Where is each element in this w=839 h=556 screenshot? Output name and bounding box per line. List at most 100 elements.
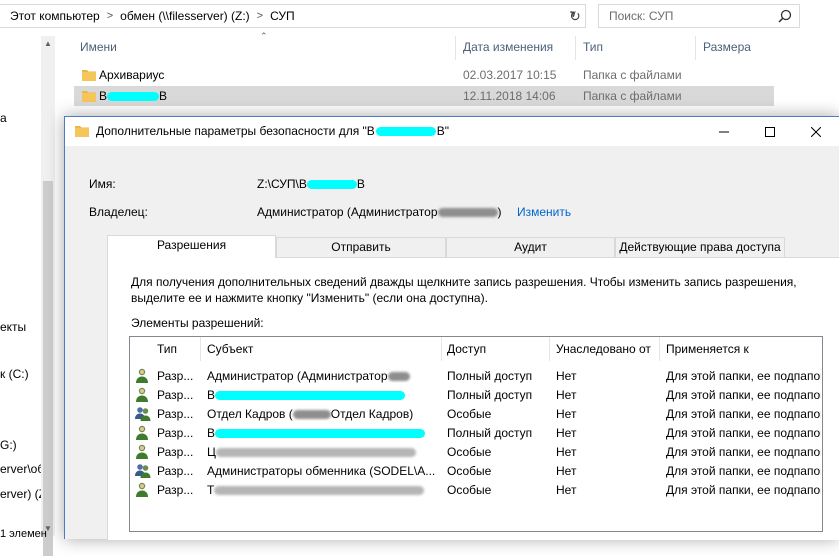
redaction-mask xyxy=(375,127,436,136)
breadcrumb-current[interactable]: СУП xyxy=(270,9,295,23)
column-size[interactable]: Размера xyxy=(703,40,751,54)
nav-item[interactable]: к (C:) xyxy=(0,367,29,381)
tab-share[interactable]: Отправить xyxy=(276,237,446,257)
name-value-suffix: В xyxy=(356,177,365,191)
col-inherited[interactable]: Унаследовано от xyxy=(556,342,651,356)
row-access: Особые xyxy=(447,464,492,478)
column-divider xyxy=(441,337,442,361)
permission-entries-list[interactable]: Тип Субъект Доступ Унаследовано от Приме… xyxy=(129,336,823,532)
dialog-titlebar[interactable]: Дополнительные параметры безопасности дл… xyxy=(65,117,839,146)
redaction-mask xyxy=(306,180,357,189)
file-date: 02.03.2017 10:15 xyxy=(463,68,557,82)
row-access: Особые xyxy=(447,483,492,497)
redaction-mask xyxy=(215,429,426,438)
row-subject: В xyxy=(207,426,447,440)
row-type: Разр... xyxy=(157,483,194,497)
row-applies: Для этой папки, ее подпапок... xyxy=(666,464,821,478)
row-subject-text: Администратор (Администратор xyxy=(207,369,388,383)
file-type: Папка с файлами xyxy=(583,68,682,82)
file-name-suffix: В xyxy=(159,89,168,103)
breadcrumb-this-pc[interactable]: Этот компьютер xyxy=(10,9,100,23)
nav-item[interactable]: а xyxy=(0,111,7,125)
permission-row[interactable]: Разр... Ц Особые Нет Для этой папки, ее … xyxy=(130,442,822,461)
search-placeholder: Поиск: СУП xyxy=(609,9,674,23)
user-icon xyxy=(135,368,149,386)
file-row-selected[interactable]: ВВ 12.11.2018 14:06 Папка с файлами xyxy=(74,86,774,106)
row-type: Разр... xyxy=(157,464,194,478)
status-bar-text: 1 элемен xyxy=(0,528,47,540)
row-type: Разр... xyxy=(157,388,194,402)
close-button[interactable] xyxy=(793,117,839,146)
permission-row[interactable]: Разр... Т Особые Нет Для этой папки, ее … xyxy=(130,480,822,499)
file-row[interactable]: Архивариус 02.03.2017 10:15 Папка с файл… xyxy=(74,65,774,85)
tab-effective-access[interactable]: Действующие права доступа xyxy=(615,237,785,257)
column-divider xyxy=(455,36,456,60)
folder-icon xyxy=(82,90,96,105)
row-subject-text: В xyxy=(207,426,216,440)
row-inherited: Нет xyxy=(556,407,577,421)
column-divider xyxy=(200,337,201,361)
maximize-button[interactable] xyxy=(747,117,793,146)
change-owner-link[interactable]: Изменить xyxy=(517,205,571,219)
search-icon[interactable] xyxy=(778,9,792,26)
close-icon xyxy=(811,126,821,137)
row-access: Полный доступ xyxy=(447,426,533,440)
permission-entries-label: Элементы разрешений: xyxy=(131,316,264,330)
owner-name: Администратор (Администратор xyxy=(257,205,438,219)
column-name[interactable]: Имени xyxy=(80,40,117,54)
row-inherited: Нет xyxy=(556,388,577,402)
file-name: Архивариус xyxy=(99,68,165,82)
tab-permissions[interactable]: Разрешения xyxy=(107,235,276,258)
file-list-header: ⌃ Имени Дата изменения Тип Размера xyxy=(74,31,839,60)
col-type[interactable]: Тип xyxy=(157,342,177,356)
col-applies-to[interactable]: Применяется к xyxy=(666,342,749,356)
col-subject[interactable]: Субъект xyxy=(207,342,253,356)
nav-item[interactable]: erver) (Z xyxy=(0,487,46,501)
scroll-up-icon[interactable]: ▲ xyxy=(44,39,52,48)
row-subject: Отдел Кадров (Отдел Кадров) xyxy=(207,407,447,421)
row-access: Полный доступ xyxy=(447,388,533,402)
row-applies: Для этой папки, ее подпапок... xyxy=(666,369,821,383)
permission-row[interactable]: Разр... В Полный доступ Нет Для этой пап… xyxy=(130,423,822,442)
permissions-description: Для получения дополнительных сведений дв… xyxy=(131,275,797,305)
column-date[interactable]: Дата изменения xyxy=(463,40,553,54)
permission-row[interactable]: Разр... Администратор (Администратор Пол… xyxy=(130,366,822,385)
column-type[interactable]: Тип xyxy=(583,40,603,54)
row-inherited: Нет xyxy=(556,483,577,497)
permission-row[interactable]: Разр... Администраторы обменника (SODEL\… xyxy=(130,461,822,480)
col-access[interactable]: Доступ xyxy=(447,342,486,356)
row-applies: Для этой папки, ее подпапок... xyxy=(666,426,821,440)
scrollbar-thumb[interactable] xyxy=(43,181,53,556)
search-input[interactable]: Поиск: СУП xyxy=(598,4,800,28)
file-date: 12.11.2018 14:06 xyxy=(463,89,556,103)
breadcrumb-separator-icon: > xyxy=(256,10,264,22)
minimize-button[interactable] xyxy=(701,117,747,146)
owner-label: Владелец: xyxy=(89,205,148,219)
row-inherited: Нет xyxy=(556,369,577,383)
row-subject: Администраторы обменника (SODEL\А... xyxy=(207,464,436,478)
address-bar[interactable]: Этот компьютер > обмен (\\filesserver) (… xyxy=(0,4,586,28)
column-divider xyxy=(695,36,696,60)
advanced-security-dialog: Дополнительные параметры безопасности дл… xyxy=(64,116,839,540)
group-icon xyxy=(135,463,151,481)
nav-item[interactable]: G:) xyxy=(0,438,17,452)
row-applies: Для этой папки, ее подпапок... xyxy=(666,407,821,421)
redaction-mask xyxy=(387,372,410,381)
nav-scrollbar[interactable]: ▲ ▼ xyxy=(41,36,55,556)
redaction-mask xyxy=(107,92,160,101)
permission-row[interactable]: Разр... В Полный доступ Нет Для этой пап… xyxy=(130,385,822,404)
name-label: Имя: xyxy=(89,177,116,191)
breadcrumb-share[interactable]: обмен (\\filesserver) (Z:) xyxy=(120,9,250,23)
redaction-mask xyxy=(214,486,425,495)
refresh-icon[interactable]: ↻ xyxy=(566,7,584,25)
row-access: Особые xyxy=(447,445,492,459)
maximize-icon xyxy=(765,126,775,137)
nav-item[interactable]: erver\об xyxy=(0,462,44,476)
tab-auditing[interactable]: Аудит xyxy=(446,237,615,257)
nav-item[interactable]: екты xyxy=(0,320,26,334)
row-subject-text: Ц xyxy=(207,445,216,459)
minimize-icon xyxy=(719,131,729,132)
redaction-mask xyxy=(292,410,331,419)
permission-row[interactable]: Разр... Отдел Кадров (Отдел Кадров) Особ… xyxy=(130,404,822,423)
row-type: Разр... xyxy=(157,426,194,440)
